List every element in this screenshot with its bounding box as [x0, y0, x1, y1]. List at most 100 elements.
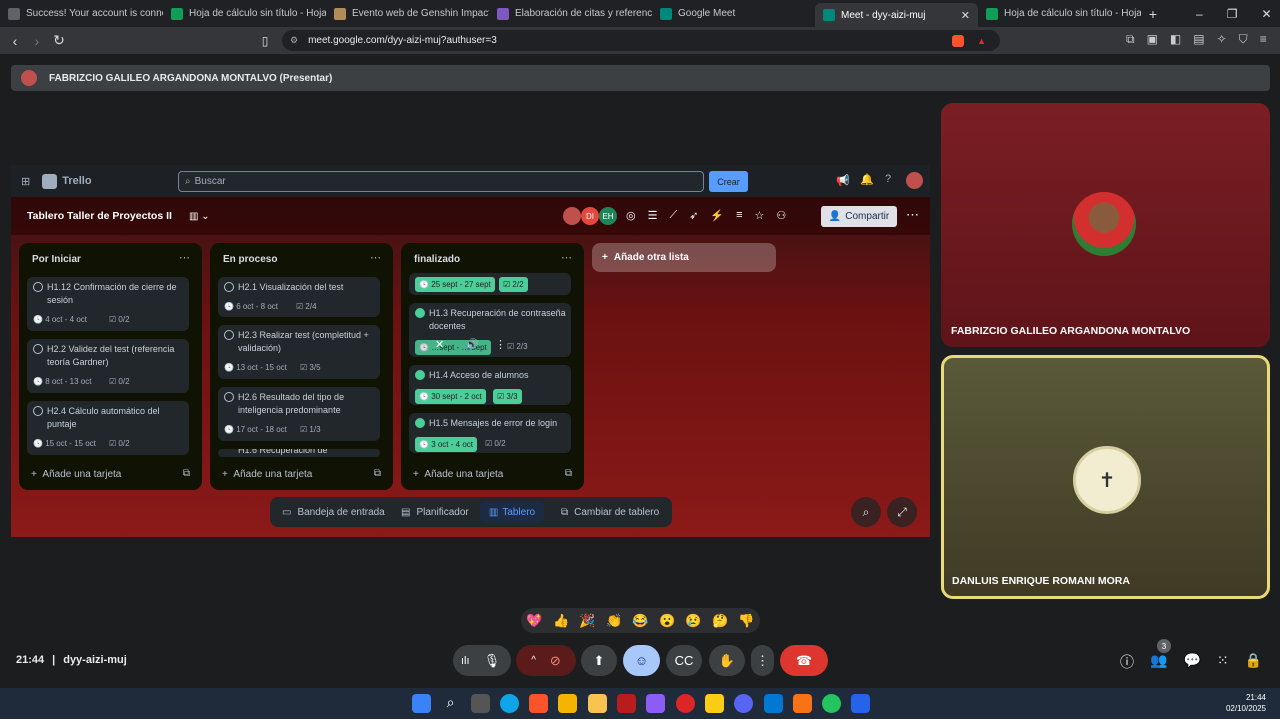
list-title[interactable]: Por Iniciar	[32, 254, 81, 265]
activities-icon[interactable]: ⁙	[1217, 652, 1229, 672]
star-icon[interactable]: ☆	[755, 209, 765, 222]
member-avatar[interactable]: DI	[581, 207, 599, 225]
list-menu-icon[interactable]: ⋯	[370, 251, 381, 264]
sidebar-icon[interactable]: ◧	[1170, 32, 1181, 47]
browser-tab[interactable]: Hoja de cálculo sin título - Hojas de	[978, 0, 1141, 27]
search-icon[interactable]: ⌕	[441, 694, 460, 713]
mic-button[interactable]: ılı 🎙	[453, 645, 511, 676]
raise-hand-button[interactable]: ✋	[709, 645, 745, 676]
forward-icon[interactable]: ›	[27, 33, 47, 49]
participant-tile[interactable]: FABRIZCIO GALILEO ARGANDONA MONTALVO	[941, 103, 1270, 347]
reaction-party[interactable]: 🎉	[579, 613, 595, 629]
reaction-laugh[interactable]: 😂	[632, 613, 648, 629]
card[interactable]: H1.5 Mensajes de error de login 🕓 3 oct …	[409, 413, 571, 453]
captions-button[interactable]: CC	[666, 645, 702, 676]
reaction-thumbs-up[interactable]: 👍	[553, 613, 569, 629]
bell-icon[interactable]: 🔔	[860, 173, 874, 186]
back-icon[interactable]: ‹	[5, 33, 25, 49]
add-card-button[interactable]: + Añade una tarjeta	[222, 469, 312, 480]
brave-icon[interactable]	[529, 694, 548, 713]
card-checkbox-icon[interactable]	[224, 330, 234, 340]
opera-icon[interactable]	[676, 694, 695, 713]
more-options-button[interactable]: ⋮	[751, 645, 774, 676]
card[interactable]: H2.1 Visualización del test 🕓 6 oct - 8 …	[218, 277, 380, 317]
card-checkbox-icon[interactable]	[33, 344, 43, 354]
card[interactable]: H2.2 Validez del test (referencia teoría…	[27, 339, 189, 393]
card[interactable]: H1.12 Confirmación de cierre de sesión 🕓…	[27, 277, 189, 331]
card[interactable]: H1.6 Recuperación de	[218, 449, 380, 457]
vscode-icon[interactable]	[764, 694, 783, 713]
nav-inbox[interactable]: ▭ Bandeja de entrada	[282, 507, 385, 518]
search-input[interactable]: ⌕ Buscar	[178, 171, 704, 192]
vpn-icon[interactable]: ⛉	[1239, 32, 1248, 47]
list-icon[interactable]: ☰	[648, 209, 658, 222]
reactions-button[interactable]: ☺	[623, 645, 660, 676]
board-view-icon[interactable]: ▥ ⌄	[189, 211, 210, 222]
board-title[interactable]: Tablero Taller de Proyectos II	[27, 210, 172, 222]
card[interactable]: H2.3 Realizar test (completitud + valida…	[218, 325, 380, 379]
reaction-surprised[interactable]: 😮	[659, 613, 675, 629]
url-bar[interactable]: ⚙ meet.google.com/dyy-aizi-muj?authuser=…	[282, 30, 1000, 51]
xampp-icon[interactable]	[793, 694, 812, 713]
chat-icon[interactable]: 💬	[1183, 652, 1200, 672]
zoom-icon[interactable]: ⌕	[851, 497, 881, 527]
participant-tile-active-speaker[interactable]: ✝ DANLUIS ENRIQUE ROMANI MORA	[941, 355, 1270, 599]
nav-planner[interactable]: ▤ Planificador	[401, 507, 469, 518]
edge-icon[interactable]	[500, 694, 519, 713]
chart-icon[interactable]: ⟋	[669, 209, 677, 222]
close-window-icon[interactable]: ✕	[1261, 7, 1271, 21]
muted-video-icon[interactable]: ✕	[435, 339, 444, 352]
card-checkbox-icon[interactable]	[33, 282, 43, 292]
browser-tab[interactable]: Evento web de Genshin Impact «Sig	[326, 0, 489, 27]
chevron-up-icon[interactable]: ^	[531, 655, 536, 666]
create-button[interactable]: Crear	[709, 171, 748, 192]
card-complete-icon[interactable]	[415, 308, 425, 318]
file-explorer-icon[interactable]	[588, 694, 607, 713]
help-icon[interactable]: ?	[885, 173, 891, 185]
card-template-icon[interactable]: ⧉	[565, 468, 572, 479]
menu-icon[interactable]: ≡	[1260, 32, 1267, 47]
reaction-clap[interactable]: 👏	[606, 613, 622, 629]
word-icon[interactable]	[851, 694, 870, 713]
card-checkbox-icon[interactable]	[224, 392, 234, 402]
volume-icon[interactable]: 🔊	[465, 339, 479, 352]
reaction-thumbs-down[interactable]: 👎	[738, 613, 754, 629]
nav-board-active[interactable]: ▥ Tablero	[480, 501, 544, 523]
megaphone-icon[interactable]: 📢	[836, 174, 850, 187]
card[interactable]: H2.6 Resultado del tipo de inteligencia …	[218, 387, 380, 441]
reload-icon[interactable]: ↻	[49, 32, 69, 49]
brave-rewards-icon[interactable]: ▲	[977, 36, 986, 46]
windows-start-icon[interactable]	[412, 694, 431, 713]
browser-tab-active[interactable]: Meet - dyy-aizi-muj ✕	[815, 3, 978, 27]
discord-icon[interactable]	[734, 694, 753, 713]
minimize-icon[interactable]: –	[1196, 7, 1203, 21]
brave-shields-icon[interactable]	[952, 34, 964, 47]
members-icon[interactable]: ⚇	[776, 209, 786, 222]
new-tab-button[interactable]: +	[1141, 6, 1165, 22]
bookmark-icon[interactable]: ▯	[255, 34, 275, 48]
add-card-button[interactable]: + Añade una tarjeta	[413, 469, 503, 480]
reaction-thinking[interactable]: 🤔	[712, 613, 728, 629]
wallet-icon[interactable]: ▤	[1193, 32, 1204, 47]
avatar[interactable]	[563, 207, 581, 225]
card[interactable]: 🕓 25 sept - 27 sept ☑ 2/2	[409, 273, 571, 295]
list-menu-icon[interactable]: ⋯	[179, 251, 190, 264]
compass-icon[interactable]: ◎	[626, 209, 636, 222]
more-vert-icon[interactable]: ⋮	[495, 339, 506, 352]
rocket-icon[interactable]: ➶	[689, 209, 698, 222]
leo-icon[interactable]: ✧	[1217, 32, 1227, 47]
whatsapp-icon[interactable]	[822, 694, 841, 713]
browser-tab[interactable]: Elaboración de citas y referencias bil	[489, 0, 652, 27]
camera-off-button[interactable]: ^ ⊘	[516, 645, 576, 676]
card-complete-icon[interactable]	[415, 418, 425, 428]
automation-icon[interactable]: ⚡	[710, 209, 724, 222]
card-template-icon[interactable]: ⧉	[183, 468, 190, 479]
card-complete-icon[interactable]	[415, 370, 425, 380]
reader-icon[interactable]: ▣	[1147, 32, 1158, 47]
card[interactable]: H1.4 Acceso de alumnos 🕓 30 sept - 2 oct…	[409, 365, 571, 405]
browser-tab[interactable]: Success! Your account is connected	[0, 0, 163, 27]
share-board-button[interactable]: 👤 Compartir	[821, 206, 897, 227]
more-menu-icon[interactable]: ⋯	[906, 207, 919, 223]
list-menu-icon[interactable]: ⋯	[561, 251, 572, 264]
add-card-button[interactable]: + Añade una tarjeta	[31, 469, 121, 480]
